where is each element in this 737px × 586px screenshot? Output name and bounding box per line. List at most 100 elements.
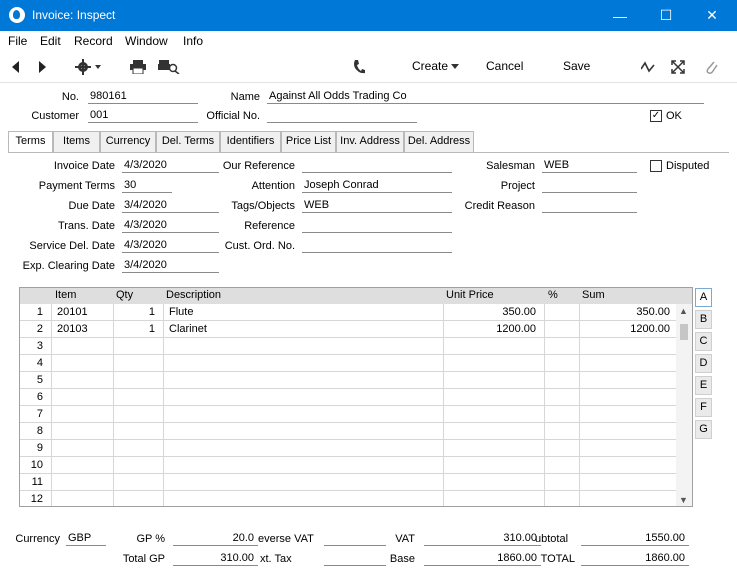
cancel-button[interactable]: Cancel (486, 59, 523, 73)
percent-cell[interactable] (544, 372, 579, 389)
item-cell[interactable] (51, 372, 113, 389)
percent-cell[interactable] (544, 304, 579, 321)
activity-icon[interactable] (641, 60, 655, 74)
sum-cell[interactable] (579, 372, 678, 389)
tab-currency[interactable]: Currency (100, 131, 156, 152)
tab-items[interactable]: Items (53, 131, 100, 152)
trans-date-field[interactable]: 4/3/2020 (122, 219, 219, 233)
sum-cell[interactable] (579, 338, 678, 355)
minimize-button[interactable]: — (597, 0, 643, 31)
create-menu-button[interactable]: Create (412, 59, 448, 73)
item-cell[interactable] (51, 389, 113, 406)
qty-cell[interactable] (113, 406, 163, 423)
item-cell[interactable] (51, 474, 113, 491)
our-reference-field[interactable] (302, 159, 452, 173)
attachment-icon[interactable] (704, 59, 718, 75)
unit-price-cell[interactable] (443, 389, 544, 406)
tab-identifiers[interactable]: Identifiers (220, 131, 281, 152)
tags-objects-field[interactable]: WEB (302, 199, 452, 213)
unit-price-cell[interactable] (443, 372, 544, 389)
item-cell[interactable]: 20103 (51, 321, 113, 338)
qty-cell[interactable] (113, 474, 163, 491)
qty-cell[interactable] (113, 389, 163, 406)
description-cell[interactable] (163, 423, 443, 440)
item-cell[interactable] (51, 338, 113, 355)
salesman-field[interactable]: WEB (542, 159, 637, 173)
menu-window[interactable]: Window (125, 34, 168, 48)
percent-cell[interactable] (544, 440, 579, 457)
percent-cell[interactable] (544, 338, 579, 355)
service-del-date-field[interactable]: 4/3/2020 (122, 239, 219, 253)
column-header-unit-price[interactable]: Unit Price (446, 289, 494, 301)
tab-del-address[interactable]: Del. Address (404, 131, 474, 152)
close-button[interactable]: ✕ (689, 0, 735, 31)
qty-cell[interactable] (113, 440, 163, 457)
tab-del-terms[interactable]: Del. Terms (156, 131, 220, 152)
menu-record[interactable]: Record (74, 34, 113, 48)
save-button[interactable]: Save (563, 59, 590, 73)
attention-field[interactable]: Joseph Conrad (302, 179, 452, 193)
qty-cell[interactable] (113, 372, 163, 389)
percent-cell[interactable] (544, 474, 579, 491)
next-record-icon[interactable] (38, 60, 48, 74)
payment-terms-field[interactable]: 30 (122, 179, 172, 193)
scroll-up-icon[interactable]: ▲ (679, 306, 688, 316)
expand-icon[interactable] (671, 60, 685, 74)
sum-cell[interactable] (579, 355, 678, 372)
side-tab-c[interactable]: C (695, 332, 712, 351)
print-icon[interactable] (130, 60, 146, 74)
qty-cell[interactable] (113, 355, 163, 372)
sum-cell[interactable] (579, 440, 678, 457)
tab-terms[interactable]: Terms (8, 131, 53, 153)
phone-icon[interactable] (352, 59, 366, 75)
description-cell[interactable] (163, 474, 443, 491)
qty-cell[interactable]: 1 (113, 321, 163, 338)
sum-cell[interactable] (579, 474, 678, 491)
description-cell[interactable] (163, 406, 443, 423)
scrollbar-thumb[interactable] (680, 324, 688, 340)
currency-field[interactable]: GBP (66, 532, 106, 546)
chevron-down-icon[interactable] (451, 64, 459, 70)
credit-reason-field[interactable] (542, 199, 637, 213)
project-field[interactable] (542, 179, 637, 193)
side-tab-d[interactable]: D (695, 354, 712, 373)
description-cell[interactable] (163, 355, 443, 372)
unit-price-cell[interactable]: 1200.00 (443, 321, 544, 338)
item-cell[interactable] (51, 406, 113, 423)
unit-price-cell[interactable] (443, 338, 544, 355)
item-cell[interactable]: 20101 (51, 304, 113, 321)
sum-cell[interactable]: 1200.00 (579, 321, 678, 338)
description-cell[interactable] (163, 491, 443, 506)
grid-scrollbar[interactable]: ▲ ▼ (676, 304, 692, 506)
unit-price-cell[interactable] (443, 474, 544, 491)
item-cell[interactable] (51, 457, 113, 474)
description-cell[interactable] (163, 372, 443, 389)
reference-field[interactable] (302, 219, 452, 233)
unit-price-cell[interactable] (443, 355, 544, 372)
tab-price-list[interactable]: Price List (281, 131, 336, 152)
percent-cell[interactable] (544, 406, 579, 423)
side-tab-g[interactable]: G (695, 420, 712, 439)
unit-price-cell[interactable] (443, 423, 544, 440)
column-header-description[interactable]: Description (166, 289, 221, 301)
qty-cell[interactable]: 1 (113, 304, 163, 321)
qty-cell[interactable] (113, 457, 163, 474)
percent-cell[interactable] (544, 491, 579, 506)
percent-cell[interactable] (544, 389, 579, 406)
percent-cell[interactable] (544, 423, 579, 440)
scroll-down-icon[interactable]: ▼ (679, 495, 688, 505)
customer-name-field[interactable]: Against All Odds Trading Co (267, 90, 704, 104)
sum-cell[interactable] (579, 389, 678, 406)
description-cell[interactable]: Clarinet (163, 321, 443, 338)
disputed-checkbox[interactable] (650, 160, 662, 172)
qty-cell[interactable] (113, 423, 163, 440)
item-cell[interactable] (51, 355, 113, 372)
side-tab-b[interactable]: B (695, 310, 712, 329)
exp-clearing-date-field[interactable]: 3/4/2020 (122, 259, 219, 273)
column-header-sum[interactable]: Sum (582, 289, 605, 301)
menu-edit[interactable]: Edit (40, 34, 61, 48)
item-cell[interactable] (51, 491, 113, 506)
invoice-number-field[interactable]: 980161 (88, 90, 198, 104)
description-cell[interactable] (163, 389, 443, 406)
qty-cell[interactable] (113, 491, 163, 506)
